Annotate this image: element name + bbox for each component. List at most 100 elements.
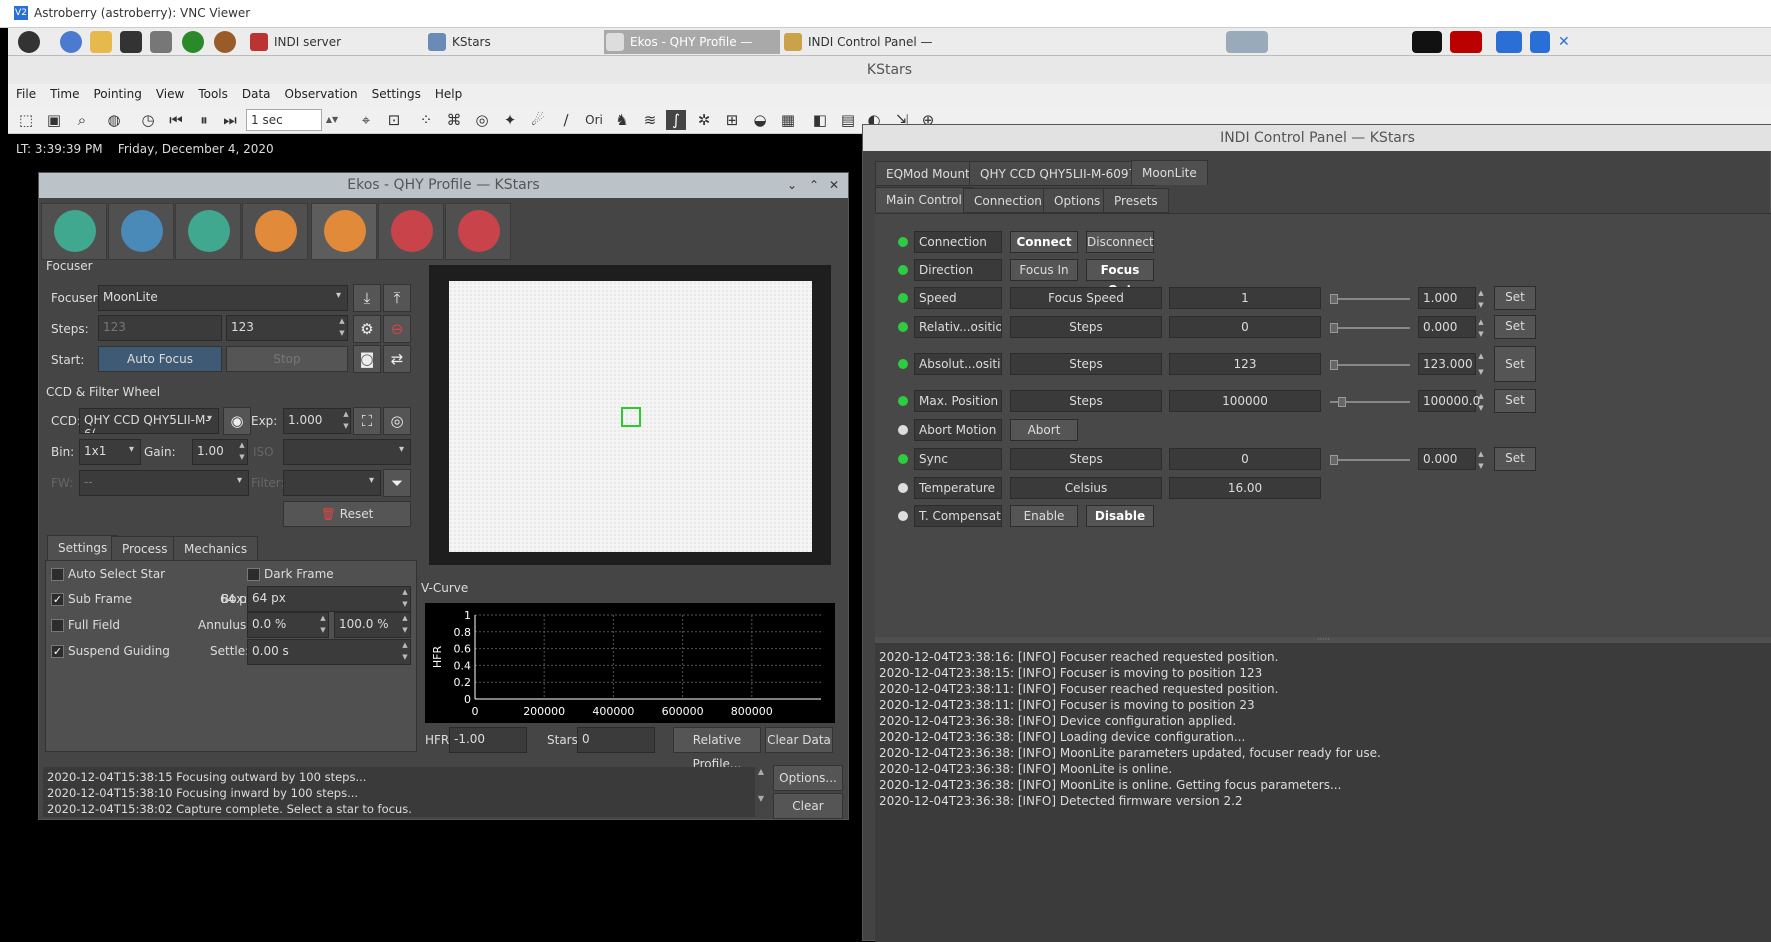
menu-time[interactable]: Time (42, 84, 85, 101)
annulus-min-spinner-icon[interactable]: ▲ ▼ (318, 612, 328, 638)
step-back-icon[interactable]: ⏮ (166, 110, 186, 130)
tab-options[interactable]: Options (1043, 188, 1112, 213)
tab-settings[interactable]: Settings (47, 535, 119, 560)
goto-gear-icon[interactable]: ⚙ (353, 315, 381, 343)
deep-sky-icon[interactable]: ◎ (472, 110, 492, 130)
task-kstars[interactable]: KStars (426, 30, 604, 54)
speed-set-button[interactable]: Set (1494, 286, 1536, 310)
loop-icon[interactable]: ⇄ (383, 345, 411, 373)
workspace-icon[interactable] (1226, 31, 1268, 53)
steps-target-input[interactable]: 123 (226, 315, 348, 341)
abspos-set-button[interactable]: Set (1494, 346, 1536, 382)
find-icon[interactable]: ⌕ (72, 110, 92, 130)
tab-moonlite[interactable]: MoonLite (1131, 160, 1208, 185)
tab-process[interactable]: Process (111, 536, 179, 561)
filter-select[interactable] (283, 470, 381, 496)
abspos-slider[interactable] (1330, 360, 1410, 370)
abspos-spinner-icon[interactable]: ▲ ▼ (1476, 348, 1486, 380)
module-mount[interactable] (175, 203, 241, 260)
box-size-input[interactable]: 64 px (247, 586, 411, 612)
menu-pointing[interactable]: Pointing (85, 84, 147, 101)
focus-out-button[interactable]: Focus Out (1086, 259, 1154, 297)
milky-way-icon[interactable]: ≋ (640, 110, 660, 130)
focus-in-icon[interactable]: ⤓ (353, 284, 381, 312)
task-indi-control-panel[interactable]: INDI Control Panel — KStars (782, 30, 962, 73)
exposure-spinner-icon[interactable]: ▲ ▼ (341, 408, 351, 434)
tab-main-control[interactable]: Main Control (875, 187, 973, 212)
stop-button[interactable]: Stop (226, 346, 348, 372)
filter-funnel-icon[interactable]: ⏷ (383, 469, 411, 497)
focus-frame-image[interactable] (449, 281, 812, 552)
relpos-spinner-icon[interactable]: ▲ ▼ (1476, 316, 1486, 338)
options-button[interactable]: Options... (773, 765, 843, 791)
ccd-select[interactable]: QHY CCD QHY5LII-M-6( (79, 408, 219, 434)
relpos-slider[interactable] (1330, 323, 1410, 333)
tab-mechanics[interactable]: Mechanics (173, 536, 259, 561)
indi-toolbar-icon[interactable]: ▤ (838, 110, 858, 130)
focuser-select[interactable]: MoonLite (98, 285, 348, 311)
menu-file[interactable]: File (8, 84, 42, 101)
file-manager-icon[interactable] (90, 31, 112, 53)
sync-slider[interactable] (1330, 455, 1410, 465)
reset-frame-icon[interactable]: ◎ (383, 407, 411, 435)
abspos-input[interactable]: 123.000 (1418, 353, 1476, 375)
wifi-signal-icon[interactable] (1530, 31, 1550, 53)
menu-help[interactable]: Help (427, 84, 468, 101)
maxpos-slider[interactable] (1330, 397, 1410, 407)
sync-input[interactable]: 0.000 (1418, 448, 1476, 470)
log-scrollbar[interactable]: ▲ ▼ (755, 767, 767, 817)
ccd-settings-icon[interactable]: ◉ (223, 407, 251, 435)
names-icon[interactable]: Ori (584, 110, 604, 130)
focus-in-button[interactable]: Focus In (1010, 259, 1078, 281)
lines-icon[interactable]: ∕ (556, 110, 576, 130)
sync-spinner-icon[interactable]: ▲ ▼ (1476, 448, 1486, 470)
module-focus[interactable] (311, 203, 377, 260)
disconnect-button[interactable]: Disconnect (1086, 231, 1154, 253)
globe-icon[interactable]: ◍ (104, 110, 124, 130)
stop-focuser-icon[interactable]: ⊖ (383, 315, 411, 343)
auto-focus-button[interactable]: Auto Focus (98, 346, 222, 372)
speed-input[interactable]: 1.000 (1418, 287, 1476, 309)
bin-select[interactable]: 1x1 (79, 439, 141, 465)
tab-presets[interactable]: Presets (1103, 188, 1169, 213)
slider-handle[interactable] (1330, 360, 1338, 370)
steps-spinner-icon[interactable]: ▲ ▼ (337, 315, 347, 341)
focus-preview[interactable] (429, 265, 831, 565)
sub-frame-checkbox[interactable]: ✓ (51, 593, 64, 606)
slider-handle[interactable] (1330, 455, 1338, 465)
maximize-icon[interactable]: ⌃ (809, 178, 819, 192)
clock-icon[interactable]: ◷ (138, 110, 158, 130)
filter-wheel-select[interactable]: -- (79, 470, 249, 496)
enable-button[interactable]: Enable (1010, 505, 1078, 527)
equator-icon[interactable]: ∫ (666, 110, 686, 130)
slider-handle[interactable] (1330, 294, 1338, 304)
maxpos-set-button[interactable]: Set (1494, 389, 1536, 413)
phd2-icon[interactable] (182, 31, 204, 53)
slider-handle[interactable] (1330, 323, 1338, 333)
select-region-icon[interactable]: ⬚ (16, 110, 36, 130)
module-capture[interactable] (242, 203, 308, 260)
hips-icon[interactable]: ▦ (778, 110, 798, 130)
menu-settings[interactable]: Settings (364, 84, 427, 101)
stars-icon[interactable]: ⁘ (416, 110, 436, 130)
browser-icon[interactable] (60, 31, 82, 53)
step-forward-icon[interactable]: ⏭ (220, 110, 240, 130)
clear-data-button[interactable]: Clear Data (765, 727, 833, 753)
timestep-input[interactable]: 1 sec (246, 109, 322, 131)
relative-profile-button[interactable]: Relative Profile... (673, 727, 761, 771)
tab-eqmod-mount[interactable]: EQMod Mount (875, 161, 981, 186)
relpos-input[interactable]: 0.000 (1418, 316, 1476, 338)
tab-qhy-ccd[interactable]: QHY CCD QHY5LII-M-6097e (969, 161, 1155, 186)
close-icon[interactable]: ✕ (829, 178, 839, 192)
connect-button[interactable]: Connect (1010, 231, 1078, 253)
annulus-min-input[interactable]: 0.0 % (247, 612, 329, 638)
image-icon[interactable]: ⊡ (384, 110, 404, 130)
menu-tools[interactable]: Tools (190, 84, 234, 101)
clear-log-button[interactable]: Clear (773, 793, 843, 819)
auto-select-star-checkbox[interactable] (51, 568, 64, 581)
reset-button[interactable]: 🗑 Reset (283, 501, 411, 527)
settle-spinner-icon[interactable]: ▲ ▼ (400, 639, 410, 665)
dark-frame-checkbox[interactable] (247, 568, 260, 581)
planet-icon[interactable] (214, 31, 236, 53)
ecliptic-icon[interactable]: ✲ (694, 110, 714, 130)
